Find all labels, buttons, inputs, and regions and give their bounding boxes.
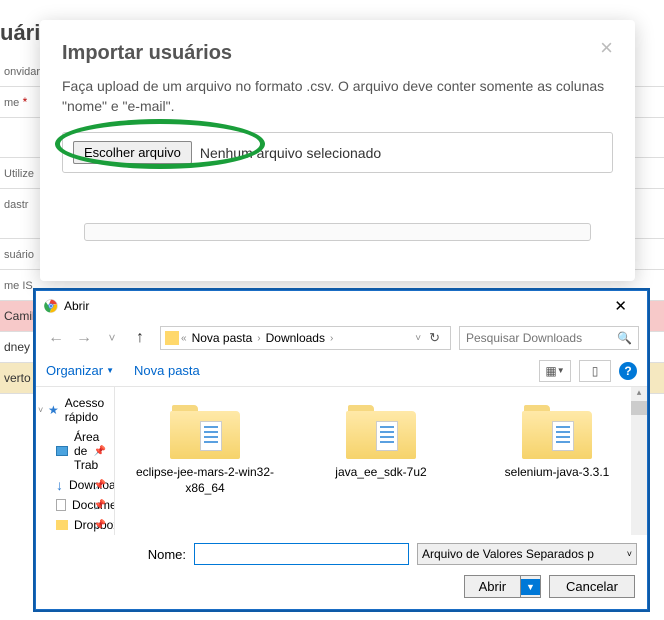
chevron-down-icon: ▼ (106, 366, 114, 375)
sidebar-quick-access[interactable]: ˅ ★ Acesso rápido (36, 393, 114, 427)
nav-up-button[interactable]: ↑ (128, 326, 152, 350)
folder-icon (170, 405, 240, 459)
search-box[interactable]: 🔍 (459, 326, 639, 350)
breadcrumb-prefix: « (181, 333, 187, 344)
chevron-down-icon: ˅ (627, 549, 632, 559)
nav-recent-button[interactable]: ˅ (100, 326, 124, 350)
sidebar-item-label: Acesso rápido (65, 396, 104, 424)
folder-icon (165, 331, 179, 345)
cancel-button[interactable]: Cancelar (549, 575, 635, 598)
choose-file-button[interactable]: Escolher arquivo (73, 141, 192, 164)
nav-back-button[interactable]: ← (44, 326, 68, 350)
dialog-bottom-panel: Nome: Arquivo de Valores Separados p ˅ A… (36, 535, 647, 606)
address-dropdown-icon[interactable]: ˅ (415, 333, 421, 344)
search-icon: 🔍 (617, 331, 632, 345)
folder-icon (56, 520, 68, 530)
sidebar-downloads[interactable]: ↓ Downloads 📌 (36, 475, 114, 495)
breadcrumb-segment[interactable]: Downloads (263, 329, 328, 347)
dialog-nav-bar: ← → ˅ ↑ « Nova pasta › Downloads › ˅ ↻ 🔍 (36, 321, 647, 355)
sidebar-item-label: Downloads (69, 478, 115, 492)
pin-icon: 📌 (94, 500, 106, 511)
pin-icon: 📌 (94, 520, 106, 531)
sidebar-documents[interactable]: Documentos 📌 (36, 495, 114, 515)
vertical-scrollbar[interactable]: ▴ (631, 387, 647, 535)
file-item-folder[interactable]: java_ee_sdk-7u2 (311, 405, 451, 496)
filename-label: Nome: (46, 547, 186, 562)
folder-icon (522, 405, 592, 459)
dialog-close-button[interactable]: ✕ (602, 295, 639, 317)
file-list: eclipse-jee-mars-2-win32-x86_64 java_ee_… (115, 387, 647, 514)
file-label: java_ee_sdk-7u2 (311, 465, 451, 481)
filetype-select[interactable]: Arquivo de Valores Separados p ˅ (417, 543, 637, 565)
modal-instructions: Faça upload de um arquivo no formato .cs… (62, 77, 613, 116)
dialog-toolbar: Organizar ▼ Nova pasta ▦ ▼ ▯ ? (36, 355, 647, 387)
help-button[interactable]: ? (619, 362, 637, 380)
folder-icon (346, 405, 416, 459)
new-folder-button[interactable]: Nova pasta (134, 363, 200, 378)
file-label: eclipse-jee-mars-2-win32-x86_64 (135, 465, 275, 496)
desktop-icon (56, 446, 68, 456)
import-users-modal: Importar usuários × Faça upload de um ar… (40, 20, 635, 281)
file-input-row: Escolher arquivo Nenhum arquivo selecion… (62, 132, 613, 173)
chevron-right-icon: › (257, 333, 260, 344)
no-file-selected-text: Nenhum arquivo selecionado (200, 145, 381, 161)
open-dropdown-icon[interactable]: ▼ (521, 579, 540, 595)
file-label: selenium-java-3.3.1 (487, 465, 627, 481)
refresh-button[interactable]: ↻ (423, 330, 446, 346)
nav-forward-button[interactable]: → (72, 326, 96, 350)
dialog-main-area: ˅ ★ Acesso rápido Área de Trab 📌 ↓ Downl… (36, 387, 647, 535)
pin-icon: 📌 (94, 446, 106, 457)
modal-close-button[interactable]: × (600, 42, 613, 53)
file-open-dialog: Abrir ✕ ← → ˅ ↑ « Nova pasta › Downloads… (35, 290, 648, 610)
pin-icon: 📌 (94, 480, 106, 491)
search-input[interactable] (466, 331, 606, 345)
download-icon: ↓ (56, 478, 63, 492)
modal-title: Importar usuários (62, 42, 232, 65)
filename-input[interactable] (194, 543, 409, 565)
filetype-label: Arquivo de Valores Separados p (422, 547, 594, 561)
chrome-icon (44, 299, 58, 313)
chevron-right-icon: › (330, 333, 333, 344)
dialog-sidebar: ˅ ★ Acesso rápido Área de Trab 📌 ↓ Downl… (36, 387, 115, 535)
view-mode-button[interactable]: ▦ ▼ (539, 360, 571, 382)
chevron-down-icon: ˅ (38, 405, 43, 415)
dialog-title: Abrir (64, 299, 89, 313)
address-bar[interactable]: « Nova pasta › Downloads › ˅ ↻ (160, 326, 451, 350)
organize-menu[interactable]: Organizar ▼ (46, 363, 114, 378)
file-item-folder[interactable]: selenium-java-3.3.1 (487, 405, 627, 496)
modal-progress-bar (84, 223, 591, 241)
dialog-titlebar: Abrir ✕ (36, 291, 647, 321)
star-icon: ★ (48, 403, 59, 417)
sidebar-dropbox[interactable]: Dropbox 📌 (36, 515, 114, 535)
document-icon (56, 499, 66, 511)
open-button[interactable]: Abrir ▼ (464, 575, 541, 598)
breadcrumb-segment[interactable]: Nova pasta (189, 329, 256, 347)
file-item-folder[interactable]: eclipse-jee-mars-2-win32-x86_64 (135, 405, 275, 496)
preview-pane-button[interactable]: ▯ (579, 360, 611, 382)
sidebar-desktop[interactable]: Área de Trab 📌 (36, 427, 114, 475)
